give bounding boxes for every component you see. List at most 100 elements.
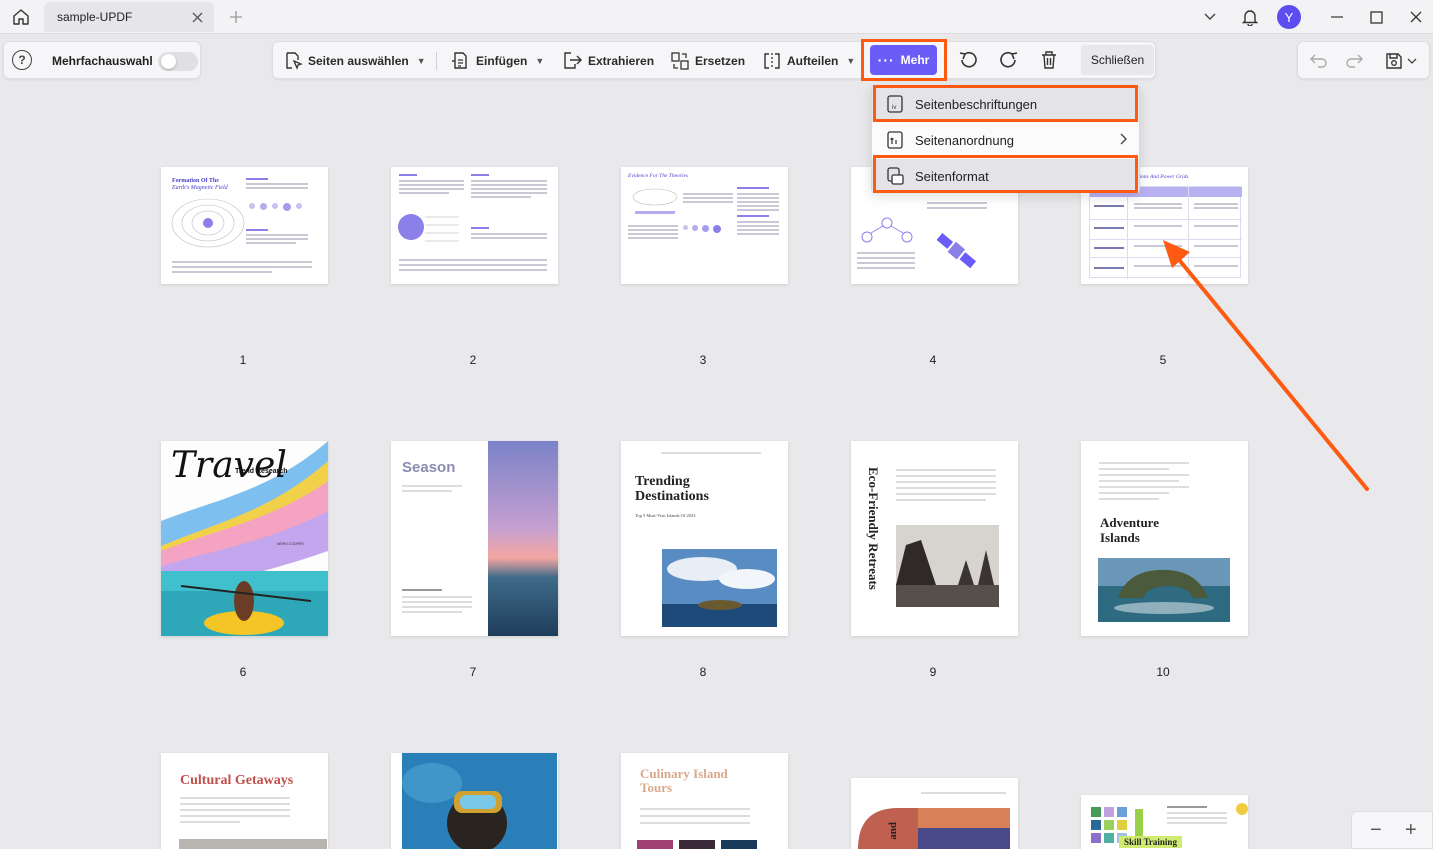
plus-icon[interactable] (226, 7, 246, 27)
rotate-right-icon[interactable] (997, 48, 1021, 72)
page-thumbnail[interactable]: Trending Destinations Top 5 Must-Visit I… (621, 441, 788, 636)
page-thumbnail[interactable] (391, 753, 558, 849)
chevron-right-icon (1119, 133, 1127, 148)
menu-item-page-arrangement[interactable]: Seitenanordnung (872, 123, 1139, 157)
replace-label: Ersetzen (695, 54, 746, 68)
tab-title: sample-UPDF (57, 10, 133, 24)
thumb-title: Trending Destinations (635, 474, 709, 504)
network-illustration (861, 217, 913, 243)
thumb-title: Eco-Friendly Retreats (866, 467, 881, 590)
document-tab[interactable]: sample-UPDF (44, 2, 214, 32)
diagram-illustration (398, 214, 459, 242)
toggle-knob (161, 54, 176, 69)
thumb-title: Cultural Getaways (180, 773, 294, 788)
page-number: 2 (469, 353, 477, 367)
divider (436, 52, 437, 70)
save-icon[interactable] (1382, 49, 1406, 73)
trash-icon[interactable] (1037, 48, 1061, 72)
thumb-table (1089, 186, 1242, 279)
home-icon[interactable] (8, 5, 34, 29)
minimize-icon[interactable] (1325, 4, 1349, 30)
svg-text:iv: iv (892, 105, 896, 111)
thumb-title: Skill Training (1119, 836, 1182, 848)
help-icon[interactable]: ? (12, 50, 32, 70)
page-thumbnail[interactable]: Formation Of The Earth's Magnetic Field (161, 167, 328, 284)
arch-rock-photo (1098, 558, 1230, 622)
history-panel (1297, 41, 1430, 79)
multi-select-panel: ? Mehrfachauswahl (3, 41, 201, 79)
split-label: Aufteilen (787, 54, 839, 68)
more-dropdown-menu: iv Seitenbeschriftungen Seitenanordnung … (871, 85, 1140, 193)
page-arrange-icon (886, 131, 904, 149)
page-thumbnail[interactable] (391, 167, 558, 284)
split-button[interactable]: Aufteilen ▼ (762, 49, 855, 73)
thumb-title: Evidence For The Theories (628, 173, 689, 179)
zoom-out-icon[interactable]: − (1370, 819, 1382, 842)
page-thumbnail[interactable]: and (851, 778, 1018, 849)
thumb-subtitle: Earth's Magnetic Field (172, 185, 228, 191)
annotation-arrow (1163, 240, 1369, 491)
page-thumbnail[interactable]: Travel Trend Research NEHEI COOPER (161, 441, 328, 636)
thumb-subtitle: Trend Research (235, 468, 288, 475)
close-icon[interactable] (190, 10, 204, 24)
page-thumbnail[interactable]: Skill Training (1081, 795, 1248, 849)
sunset-photo (488, 441, 558, 636)
select-pages-icon (286, 52, 303, 70)
redo-icon[interactable] (1342, 49, 1366, 73)
thumb-subtitle: Top 5 Must-Visit Islands Of 2023 (635, 513, 696, 518)
replace-icon (671, 52, 689, 70)
page-number: 7 (469, 665, 477, 679)
close-button[interactable]: Schließen (1081, 45, 1154, 75)
menu-item-label: Seitenbeschriftungen (915, 96, 1038, 112)
replace-button[interactable]: Ersetzen (670, 49, 745, 73)
insert-label: Einfügen (476, 54, 528, 68)
chart-illustration (632, 188, 678, 214)
zoom-in-icon[interactable]: + (1405, 819, 1417, 842)
multi-select-toggle[interactable] (158, 52, 198, 71)
page-thumbnail[interactable]: Adventure Islands (1081, 441, 1248, 636)
page-toolbar: Seiten auswählen ▼ Einfügen ▼ Extrahiere… (272, 41, 1156, 79)
thumb-title: Adventure Islands (1100, 515, 1159, 545)
coast-photo (896, 525, 999, 607)
menu-item-page-format[interactable]: Seitenformat (872, 159, 1139, 193)
thumb-title: Culinary Island Tours (640, 766, 728, 795)
menu-item-page-labels[interactable]: iv Seitenbeschriftungen (872, 87, 1139, 121)
page-number: 9 (929, 665, 937, 679)
undo-icon[interactable] (1307, 49, 1331, 73)
page-thumbnail[interactable]: Eco-Friendly Retreats (851, 441, 1018, 636)
page-thumbnail[interactable]: Cultural Getaways (161, 753, 328, 849)
zoom-controls: − + (1351, 811, 1433, 849)
more-dots-icon: ··· (877, 52, 895, 68)
page-number: 8 (699, 665, 707, 679)
page-thumbnail[interactable]: Season (391, 441, 558, 636)
page-thumbnail[interactable]: Evidence For The Theories (621, 167, 788, 284)
avatar[interactable]: Y (1277, 5, 1301, 29)
select-pages-button[interactable]: Seiten auswählen ▼ (283, 49, 426, 73)
satellite-illustration (936, 233, 977, 269)
chevron-down-icon[interactable] (1198, 4, 1222, 30)
thumb-title: tions And Power Grids (1138, 174, 1189, 180)
rotate-left-icon[interactable] (956, 48, 980, 72)
select-pages-label: Seiten auswählen (308, 54, 409, 68)
title-bar: sample-UPDF Y (0, 0, 1433, 34)
insert-icon (452, 52, 467, 69)
extract-label: Extrahieren (588, 54, 655, 68)
page-number: 10 (1156, 665, 1170, 679)
page-thumbnail[interactable]: Culinary Island Tours (621, 753, 788, 849)
extract-button[interactable]: Extrahieren (561, 49, 654, 73)
chevron-down-icon[interactable] (1404, 49, 1420, 73)
page-number: 5 (1159, 353, 1167, 367)
more-button[interactable]: ··· Mehr (870, 45, 937, 75)
thumb-title: Season (402, 459, 456, 476)
maximize-icon[interactable] (1364, 4, 1388, 30)
island-photo (662, 549, 777, 627)
insert-button[interactable]: Einfügen ▼ (451, 49, 544, 73)
menu-item-label: Seitenformat (915, 168, 989, 184)
window-close-icon[interactable] (1404, 4, 1428, 30)
extract-icon (564, 52, 582, 69)
menu-item-label: Seitenanordnung (915, 132, 1015, 148)
more-label: Mehr (900, 53, 930, 67)
thumb-title: Formation Of The (172, 178, 219, 184)
bell-icon[interactable] (1238, 4, 1262, 30)
page-number: 3 (699, 353, 707, 367)
